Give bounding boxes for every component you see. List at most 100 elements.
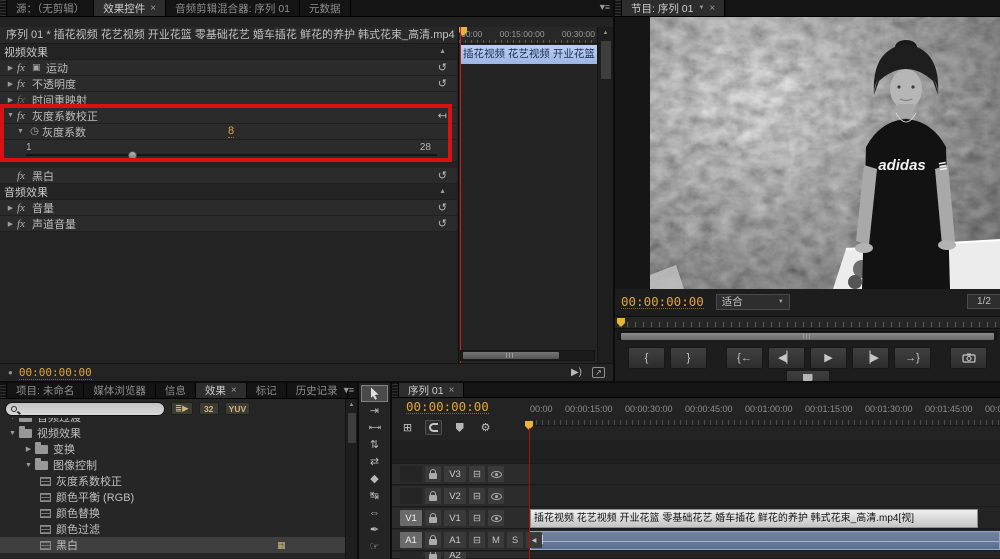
current-timecode[interactable]: 00:00:00:00: [19, 366, 92, 380]
tree-item-audio-transitions[interactable]: ▼ 音频过渡: [0, 418, 345, 425]
tree-item-color-replace[interactable]: 颜色替换: [0, 505, 345, 521]
close-icon[interactable]: ×: [709, 3, 715, 14]
reset-icon[interactable]: ↺: [438, 77, 447, 90]
reset-icon[interactable]: ↺: [438, 169, 447, 182]
program-hscrollbar[interactable]: [618, 331, 997, 340]
effect-row-time-remapping[interactable]: ▶ fx 时间重映射: [0, 92, 457, 108]
video-clip[interactable]: 插花视频 花艺视频 开业花篮 零基础花艺 婚车插花 鲜花的养护 韩式花束_高清.…: [530, 509, 978, 528]
reset-icon[interactable]: ↺: [438, 217, 447, 230]
gamma-slider-thumb[interactable]: [128, 151, 137, 160]
track-lane-v1[interactable]: 插花视频 花艺视频 开业花篮 零基础花艺 婚车插花 鲜花的养护 韩式花束_高清.…: [530, 508, 1000, 529]
nest-sequence-icon[interactable]: ⊞: [399, 420, 416, 435]
disclosure-triangle-icon[interactable]: ▼: [22, 462, 35, 469]
panel-drag-grip[interactable]: [615, 0, 622, 16]
pen-tool[interactable]: ✒: [361, 521, 388, 538]
source-patch[interactable]: V1: [400, 510, 422, 526]
tab-markers[interactable]: 标记: [247, 383, 287, 398]
scrollbar-thumb[interactable]: [463, 352, 559, 359]
fx-badge-icon[interactable]: fx: [17, 202, 32, 214]
disclosure-triangle-icon[interactable]: ▼: [14, 128, 27, 135]
effect-row-volume[interactable]: ▶ fx 音量 ↺: [0, 200, 457, 216]
tab-effect-controls[interactable]: 效果控件×: [94, 0, 166, 16]
program-timecode[interactable]: 00:00:00:00: [621, 295, 704, 309]
fx-badge-icon[interactable]: fx: [17, 218, 32, 230]
export-frame-button[interactable]: [950, 347, 987, 369]
disclosure-triangle-icon[interactable]: ▶: [4, 80, 17, 88]
effects-vscrollbar[interactable]: ▲: [345, 399, 357, 559]
video-effects-section-header[interactable]: 视频效果 ▲: [0, 44, 457, 60]
hand-tool[interactable]: ☞: [361, 538, 388, 555]
rolling-edit-tool[interactable]: ⇅: [361, 436, 388, 453]
track-lock-button[interactable]: [425, 466, 441, 482]
tree-item-image-control[interactable]: ▼ 图像控制: [0, 457, 345, 473]
toggle-track-output-button[interactable]: [488, 510, 504, 526]
tab-info[interactable]: 信息: [156, 383, 196, 398]
playhead-line[interactable]: [460, 27, 461, 363]
tree-item-video-effects[interactable]: ▼ 视频效果: [0, 425, 345, 441]
collapse-section-icon[interactable]: ▲: [439, 48, 446, 55]
slip-tool[interactable]: ↹: [361, 487, 388, 504]
reset-icon[interactable]: ↺: [438, 61, 447, 74]
step-back-button[interactable]: ◀▏: [768, 347, 805, 369]
toggle-track-output-button[interactable]: [488, 488, 504, 504]
toggle-track-output-button[interactable]: [488, 466, 504, 482]
gamma-value[interactable]: 8: [228, 125, 234, 138]
timeline-ruler[interactable]: 00:00 00:00:15:00 00:00:30:00 00:00:45:0…: [530, 404, 1000, 417]
source-patch[interactable]: [400, 552, 422, 559]
track-name[interactable]: V2: [444, 488, 466, 504]
scrollbar-thumb[interactable]: [348, 413, 356, 443]
search-box[interactable]: [5, 402, 165, 416]
track-lane-a1[interactable]: fx: [530, 530, 1000, 551]
close-icon[interactable]: ×: [231, 385, 237, 396]
playback-resolution-select[interactable]: 1/2: [967, 294, 1000, 309]
gamma-slider-track[interactable]: [26, 154, 437, 156]
reset-icon[interactable]: ↺: [438, 201, 447, 214]
snap-magnet-icon[interactable]: [425, 420, 442, 435]
fx-badge-icon[interactable]: fx: [17, 94, 32, 106]
track-name[interactable]: A1: [444, 532, 466, 548]
track-lock-button[interactable]: [425, 532, 441, 548]
disclosure-triangle-icon[interactable]: ▼: [6, 430, 19, 437]
mini-timeline-hscrollbar[interactable]: [460, 350, 595, 361]
tree-item-color-balance-rgb[interactable]: 颜色平衡 (RGB): [0, 489, 345, 505]
sync-lock-icon[interactable]: ⊟: [469, 532, 485, 548]
mute-button[interactable]: M: [488, 532, 504, 548]
accelerated-effects-filter-icon[interactable]: ≣▶: [171, 402, 193, 415]
reset-icon[interactable]: ↤: [438, 109, 447, 122]
track-name[interactable]: V1: [444, 510, 466, 526]
audio-clip[interactable]: fx: [530, 531, 1000, 550]
timeline-settings-wrench-icon[interactable]: ⚙: [477, 420, 494, 435]
disclosure-triangle-icon[interactable]: ▶: [4, 220, 17, 228]
fx-badge-icon[interactable]: fx: [17, 62, 32, 74]
tab-history[interactable]: 历史记录: [287, 383, 348, 398]
tab-project[interactable]: 项目: 未命名: [7, 383, 84, 398]
tree-item-gamma-correction[interactable]: 灰度系数校正: [0, 473, 345, 489]
search-input[interactable]: [21, 403, 159, 414]
track-lock-button[interactable]: [425, 552, 441, 559]
playhead-line[interactable]: [529, 428, 530, 559]
fx-badge-icon[interactable]: fx: [17, 170, 32, 182]
source-patch[interactable]: [400, 488, 422, 504]
disclosure-triangle-icon[interactable]: ▶: [22, 445, 35, 453]
timeline-timecode[interactable]: 00:00:00:00: [406, 400, 489, 414]
zoom-level-select[interactable]: 适合 ▼: [716, 294, 790, 310]
disclosure-triangle-icon[interactable]: ▶: [4, 96, 17, 104]
sync-lock-icon[interactable]: ⊟: [469, 488, 485, 504]
ripple-edit-tool[interactable]: ⇤⇥: [361, 419, 388, 436]
slide-tool[interactable]: ⇔: [361, 504, 388, 521]
close-icon[interactable]: ×: [449, 385, 455, 396]
panel-drag-grip[interactable]: [0, 0, 7, 16]
effect-row-motion[interactable]: ▶ fx ▣ 运动 ↺: [0, 60, 457, 76]
mark-in-button[interactable]: {: [628, 347, 665, 369]
tree-item-transform[interactable]: ▶ 变换: [0, 441, 345, 457]
tab-metadata[interactable]: 元数据: [300, 0, 351, 16]
panel-menu-icon[interactable]: ▼≡: [598, 2, 608, 12]
mini-timeline-clip[interactable]: 插花视频 花艺视频 开业花篮 零: [460, 45, 597, 64]
effect-controls-mini-timeline[interactable]: 00:00 00:15:00:00 00:30:00 插花视频 花艺视频 开业花…: [458, 27, 597, 363]
solo-button[interactable]: S: [507, 532, 523, 548]
program-time-ruler[interactable]: [615, 316, 1000, 329]
toggle-animation-stopwatch-icon[interactable]: ◷: [27, 126, 42, 137]
mini-timeline-ruler[interactable]: 00:00 00:15:00:00 00:30:00: [459, 27, 597, 44]
add-marker-icon[interactable]: [451, 420, 468, 435]
add-marker-button[interactable]: [786, 370, 830, 381]
